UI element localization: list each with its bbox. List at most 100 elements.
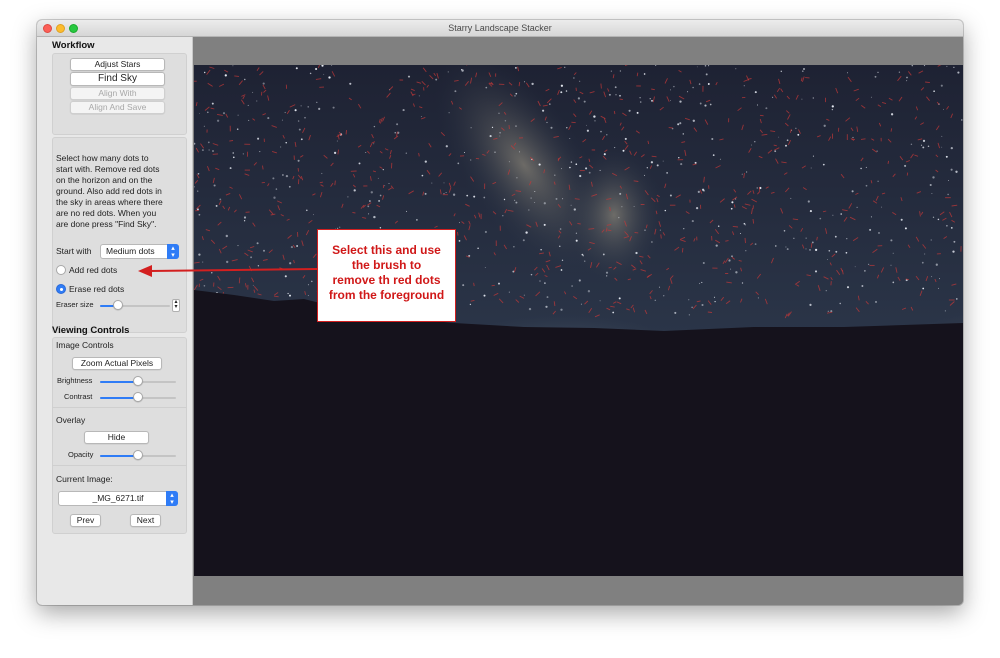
star (243, 220, 246, 222)
star (754, 141, 756, 143)
star (739, 233, 741, 234)
star (447, 71, 449, 73)
red-dot-mark (707, 311, 713, 313)
start-with-select[interactable]: Medium dots ▴ ▾ (100, 244, 179, 259)
hide-overlay-button[interactable]: Hide (84, 431, 149, 444)
star (318, 107, 321, 110)
star (783, 230, 786, 232)
star (924, 253, 926, 255)
star (606, 275, 608, 277)
star (538, 163, 541, 166)
star (860, 167, 862, 170)
star (677, 123, 680, 126)
eraser-size-thumb[interactable] (112, 300, 123, 310)
next-image-button[interactable]: Next (130, 514, 161, 527)
workflow-heading: Workflow (52, 40, 95, 51)
star (904, 164, 907, 167)
current-image-select[interactable]: _MG_6271.tif ▴ ▾ (58, 491, 178, 506)
star (622, 149, 625, 152)
star (250, 256, 253, 259)
star (252, 284, 254, 286)
star (683, 228, 685, 230)
star (565, 90, 568, 92)
brightness-thumb[interactable] (133, 376, 143, 386)
star (756, 104, 759, 106)
star (673, 85, 675, 88)
star (203, 285, 206, 287)
red-dot-mark (613, 110, 616, 115)
star (244, 78, 246, 81)
star (877, 180, 879, 182)
star (284, 275, 287, 278)
star (331, 65, 333, 67)
star (809, 303, 812, 306)
star (531, 82, 534, 86)
star (347, 196, 349, 198)
star (498, 282, 500, 285)
star (248, 119, 250, 121)
star (378, 199, 381, 202)
star (691, 306, 693, 308)
instruction-line: ground. Also add red dots in (56, 186, 162, 196)
brightness-label: Brightness (57, 376, 93, 385)
align-and-save-button[interactable]: Align And Save (70, 101, 165, 114)
star (712, 154, 715, 156)
align-with-button[interactable]: Align With (70, 87, 165, 100)
adjust-stars-button[interactable]: Adjust Stars (70, 58, 165, 71)
star (649, 98, 651, 100)
opacity-thumb[interactable] (133, 450, 143, 460)
star (445, 145, 448, 148)
star (247, 104, 249, 106)
start-with-label: Start with (56, 246, 92, 256)
star (680, 163, 683, 166)
callout-line: the brush to (351, 258, 422, 272)
star (614, 86, 617, 89)
image-view[interactable] (194, 37, 963, 605)
star (931, 276, 933, 278)
red-dot-mark (609, 206, 611, 212)
star (580, 303, 582, 305)
star (705, 73, 708, 76)
zoom-actual-pixels-button[interactable]: Zoom Actual Pixels (72, 357, 162, 370)
star (295, 67, 298, 70)
star (473, 195, 476, 198)
eraser-size-label: Eraser size (56, 300, 94, 309)
star (619, 94, 621, 97)
star (522, 239, 525, 242)
star (300, 138, 303, 141)
star (420, 115, 422, 117)
star (618, 216, 620, 219)
find-sky-button[interactable]: Find Sky (70, 72, 165, 86)
star (890, 113, 894, 116)
star (846, 238, 848, 240)
star (543, 223, 546, 226)
star (651, 99, 653, 102)
star (564, 66, 566, 68)
contrast-thumb[interactable] (133, 392, 143, 402)
star (615, 94, 617, 96)
add-red-dots-radio[interactable] (56, 265, 66, 275)
red-dot-mark (725, 240, 729, 242)
star (483, 196, 486, 199)
star (530, 197, 532, 199)
red-dot-mark (234, 75, 240, 77)
star (619, 192, 622, 195)
prev-image-button[interactable]: Prev (70, 514, 101, 527)
star (932, 176, 935, 179)
star (431, 182, 433, 184)
star (448, 112, 450, 114)
star (785, 246, 787, 248)
star (931, 193, 933, 195)
star (560, 91, 563, 94)
star (937, 218, 940, 221)
eraser-size-stepper-icon[interactable]: ▴ ▾ (172, 299, 180, 312)
erase-red-dots-radio[interactable] (56, 284, 66, 294)
star (540, 249, 542, 251)
star (952, 250, 955, 253)
star (379, 194, 382, 197)
title-bar[interactable]: Starry Landscape Stacker (37, 20, 963, 37)
eraser-size-slider[interactable] (100, 305, 170, 307)
landscape-photo[interactable] (194, 65, 963, 576)
star (811, 241, 814, 244)
star (452, 193, 456, 196)
